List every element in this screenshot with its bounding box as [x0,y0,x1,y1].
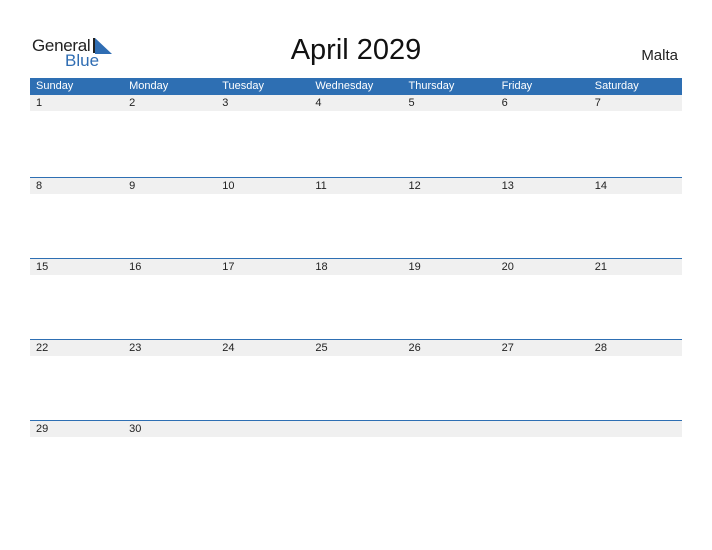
day-number: 20 [501,261,514,273]
day-number: 11 [315,180,327,192]
day-number: 10 [222,180,235,192]
weekday-thursday: Thursday [408,80,455,92]
week-row: 1 2 3 4 5 6 7 [30,95,682,176]
day-number: 30 [129,423,142,435]
day-number: 12 [408,180,421,192]
week-row: 8 9 10 11 12 13 14 [30,177,682,258]
day-number [403,421,496,437]
day-number: 5 [408,97,415,109]
day-number: 2 [129,97,136,109]
day-number: 29 [36,423,49,435]
day-number: 17 [222,261,235,273]
day-number: 26 [408,342,421,354]
day-number: 13 [501,180,514,192]
day-number: 14 [594,180,607,192]
day-number: 1 [36,97,43,109]
day-number: 9 [129,180,136,192]
day-number: 6 [501,97,508,109]
day-number: 19 [408,261,421,273]
date-strip: 8 9 10 11 12 13 14 [30,177,682,194]
weekday-friday: Friday [501,80,533,92]
date-strip: 29 30 [30,420,682,437]
date-strip: 1 2 3 4 5 6 7 [30,95,682,111]
weekday-tuesday: Tuesday [222,80,265,92]
day-number: 3 [222,97,229,109]
week-row: 22 23 24 25 26 27 28 [30,339,682,420]
day-number: 25 [315,342,328,354]
day-number [496,421,589,437]
country-label: Malta [641,47,678,64]
date-strip: 15 16 17 18 19 20 21 [30,258,682,275]
weekday-wednesday: Wednesday [315,80,374,92]
day-number: 23 [129,342,142,354]
week-row: 29 30 [30,420,682,501]
day-number [309,421,402,437]
weekday-sunday: Sunday [36,80,74,92]
day-number: 24 [222,342,235,354]
day-number: 21 [594,261,607,273]
day-number: 16 [129,261,142,273]
day-number [589,421,682,437]
day-number: 22 [36,342,49,354]
week-row: 15 16 17 18 19 20 21 [30,258,682,339]
day-number: 27 [501,342,514,354]
weekday-monday: Monday [129,80,169,92]
calendar-title: April 2029 [290,34,422,66]
day-number [216,421,309,437]
day-number: 28 [594,342,607,354]
day-number: 4 [315,97,322,109]
day-number: 7 [594,97,601,109]
weekday-header: Sunday Monday Tuesday Wednesday Thursday… [30,78,682,95]
day-number: 18 [315,261,328,273]
calendar-grid: Sunday Monday Tuesday Wednesday Thursday… [30,78,682,437]
date-strip: 22 23 24 25 26 27 28 [30,339,682,356]
day-number: 8 [36,180,43,192]
weekday-saturday: Saturday [594,80,639,92]
day-number: 15 [36,261,49,273]
